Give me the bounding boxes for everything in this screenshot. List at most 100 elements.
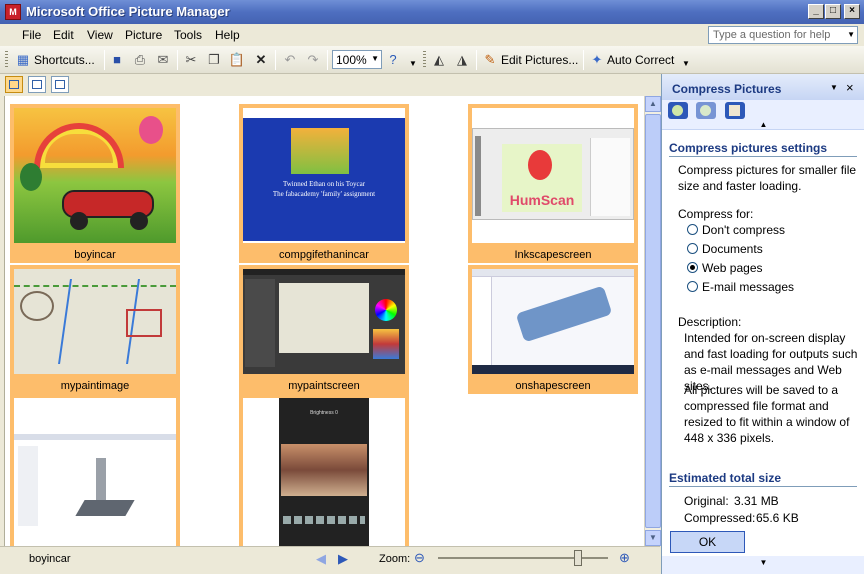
menu-tools[interactable]: Tools: [174, 28, 202, 42]
rotate-left-icon[interactable]: ◭: [430, 51, 448, 69]
task-pane-scroll-down-icon[interactable]: ▼: [662, 556, 864, 574]
settings-heading: Compress pictures settings: [669, 141, 828, 155]
auto-correct-button[interactable]: Auto Correct: [607, 53, 674, 73]
toolbar-separator: [476, 50, 477, 70]
humscan-logo-text: HumScan: [509, 192, 575, 208]
zoom-select[interactable]: 100% ▼: [332, 50, 382, 69]
radio-documents[interactable]: Documents: [687, 242, 763, 256]
thumbnail[interactable]: [10, 265, 180, 378]
copy-icon[interactable]: ❐: [205, 51, 223, 69]
toolbar-options-icon[interactable]: ▼: [677, 55, 695, 73]
menu-file[interactable]: File: [22, 28, 41, 42]
thumbnail[interactable]: [239, 265, 409, 378]
attach-icon[interactable]: ✉: [154, 51, 172, 69]
single-picture-view-button[interactable]: [51, 76, 69, 93]
next-picture-icon[interactable]: ▶: [338, 551, 348, 567]
radio-dot-selected[interactable]: [687, 262, 698, 273]
radio-label: Don't compress: [702, 223, 785, 237]
toolbar-separator: [327, 50, 328, 70]
radio-web-pages[interactable]: Web pages: [687, 261, 763, 275]
divider: [669, 486, 857, 487]
thumbnail[interactable]: [10, 394, 180, 546]
edit-pictures-button[interactable]: Edit Pictures...: [501, 53, 578, 73]
radio-label: E-mail messages: [702, 280, 795, 294]
save-icon[interactable]: ■: [108, 51, 126, 69]
radio-dot[interactable]: [687, 281, 698, 292]
menu-view[interactable]: View: [87, 28, 113, 42]
task-pane-title: Compress Pictures: [672, 82, 782, 96]
toolbar-options-icon[interactable]: ▼: [404, 55, 422, 73]
cut-icon[interactable]: ✂: [182, 51, 200, 69]
original-size-value: 3.31 MB: [734, 494, 779, 508]
zoom-in-icon[interactable]: ⊕: [619, 550, 630, 566]
forward-icon[interactable]: [696, 102, 716, 119]
thumbnail[interactable]: Brightness 0: [239, 394, 409, 546]
task-pane: Compress Pictures ▼ × ▲ Compress picture…: [661, 74, 864, 574]
delete-icon[interactable]: ✕: [252, 51, 270, 69]
zoom-label: Zoom:: [379, 553, 411, 565]
title-bar: M Microsoft Office Picture Manager _ □ ×: [0, 0, 864, 24]
task-pane-menu-icon[interactable]: ▼: [830, 83, 838, 92]
slide-caption: Twinned Ethan on his Toycar: [282, 180, 366, 188]
scrollbar-thumb[interactable]: [645, 114, 661, 528]
gallery-scrollbar[interactable]: ▲ ▼: [644, 96, 661, 546]
zoom-slider-thumb[interactable]: [574, 550, 582, 566]
settings-intro: Compress pictures for smaller file size …: [678, 163, 857, 193]
radio-email-messages[interactable]: E-mail messages: [687, 280, 794, 294]
print-icon[interactable]: ⎙: [131, 51, 149, 69]
undo-icon[interactable]: ↶: [281, 51, 299, 69]
menu-help[interactable]: Help: [215, 28, 240, 42]
thumbnail-view-icon: [9, 80, 19, 89]
toolbar-grip[interactable]: [5, 51, 8, 69]
thumbnail-image: [243, 269, 405, 374]
thumbnail[interactable]: Twinned Ethan on his Toycar The fabacade…: [239, 104, 409, 247]
radio-dont-compress[interactable]: Don't compress: [687, 223, 785, 237]
radio-dot[interactable]: [687, 243, 698, 254]
ask-question-input[interactable]: Type a question for help ▼: [708, 26, 858, 44]
redo-icon[interactable]: ↷: [304, 51, 322, 69]
thumbnail-view-button[interactable]: [5, 76, 23, 93]
close-button[interactable]: ×: [844, 4, 860, 19]
minimize-button[interactable]: _: [808, 4, 824, 19]
task-pane-header: Compress Pictures ▼ ×: [662, 74, 864, 100]
chevron-down-icon[interactable]: ▼: [847, 30, 855, 39]
scroll-up-icon[interactable]: ▲: [645, 96, 661, 112]
thumbnail-image: HumScan: [472, 108, 634, 243]
task-pane-nav: [662, 100, 864, 120]
shortcuts-button[interactable]: Shortcuts...: [34, 53, 95, 73]
toolbar-grip[interactable]: [423, 51, 426, 69]
task-pane-scroll-up-icon[interactable]: ▲: [662, 120, 864, 130]
toolbar-separator: [275, 50, 276, 70]
toolbar-separator: [177, 50, 178, 70]
zoom-slider-track[interactable]: [438, 557, 608, 559]
thumbnail-label: boyincar: [10, 247, 180, 263]
ok-button[interactable]: OK: [670, 531, 745, 553]
thumbnail[interactable]: HumScan: [468, 104, 638, 247]
radio-label: Web pages: [702, 261, 763, 275]
view-bar: [0, 74, 660, 96]
task-pane-close-icon[interactable]: ×: [846, 80, 854, 95]
resize-note: All pictures will be saved to a compress…: [684, 383, 850, 445]
home-icon[interactable]: [725, 102, 745, 119]
menu-picture[interactable]: Picture: [125, 28, 162, 42]
radio-label: Documents: [702, 242, 763, 256]
rotate-right-icon[interactable]: ◮: [453, 51, 471, 69]
thumbnail-label: compgifethanincar: [239, 247, 409, 263]
zoom-out-icon[interactable]: ⊖: [414, 550, 425, 566]
back-icon[interactable]: [668, 102, 688, 119]
status-bar: boyincar ◀ ▶ Zoom: ⊖ ⊕: [0, 546, 660, 574]
menu-edit[interactable]: Edit: [53, 28, 74, 42]
chevron-down-icon[interactable]: ▼: [371, 54, 379, 63]
help-icon[interactable]: ?: [384, 51, 402, 69]
toolbar: ▦ Shortcuts... ■ ⎙ ✉ ✂ ❐ 📋 ✕ ↶ ↷ ? ▼ ◭ ◮…: [0, 46, 864, 74]
thumbnail[interactable]: [10, 104, 180, 247]
radio-dot[interactable]: [687, 224, 698, 235]
estimated-size-heading: Estimated total size: [669, 471, 782, 485]
scroll-down-icon[interactable]: ▼: [645, 530, 661, 546]
previous-picture-icon[interactable]: ◀: [316, 551, 326, 567]
maximize-button[interactable]: □: [825, 4, 841, 19]
filmstrip-view-button[interactable]: [28, 76, 46, 93]
paste-icon[interactable]: 📋: [228, 51, 246, 69]
edit-pictures-icon: ✎: [484, 52, 496, 67]
thumbnail[interactable]: [468, 265, 638, 378]
